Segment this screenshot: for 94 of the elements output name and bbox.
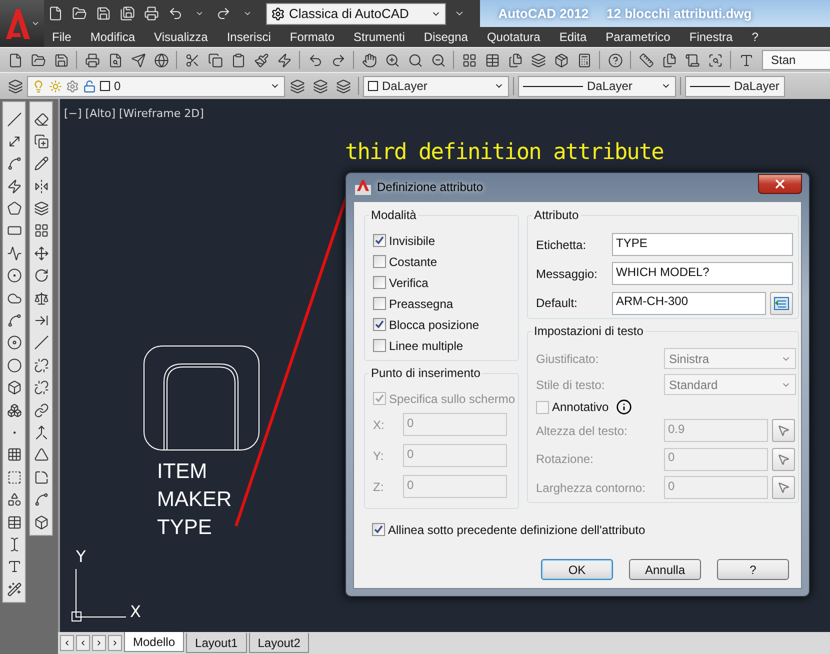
checkbox[interactable] bbox=[372, 523, 385, 536]
menu-item[interactable]: ? bbox=[752, 30, 758, 44]
text-field[interactable]: TYPE bbox=[612, 233, 793, 256]
logo-icon bbox=[4, 6, 30, 40]
logo-icon bbox=[355, 179, 371, 195]
menu-item[interactable]: Finestra bbox=[689, 30, 733, 44]
field-label: Altezza del testo: bbox=[536, 424, 628, 438]
color-dropdown[interactable]: DaLayer bbox=[363, 76, 509, 96]
checkbox-label: Costante bbox=[389, 254, 438, 268]
field-label: Default: bbox=[536, 296, 578, 310]
coordinate-label: X: bbox=[373, 418, 386, 432]
checkbox[interactable] bbox=[373, 297, 386, 310]
menu-item[interactable]: Parametrico bbox=[606, 30, 670, 44]
pick-point-button[interactable] bbox=[772, 448, 795, 471]
checkbox-label: Preassegna bbox=[389, 296, 454, 310]
annotation-text: third definition attribute bbox=[345, 140, 664, 165]
checkbox-label: Specifica sullo schermo bbox=[389, 392, 516, 406]
field-label: Giustificato: bbox=[536, 352, 600, 366]
menu-item[interactable]: Disegna bbox=[424, 30, 468, 44]
checkbox[interactable] bbox=[373, 234, 386, 247]
checkbox-label: Linee multiple bbox=[389, 338, 464, 352]
attribute-text: ITEM bbox=[157, 460, 208, 484]
lineweight-dropdown[interactable]: DaLayer bbox=[685, 76, 785, 96]
field-list-icon bbox=[774, 296, 789, 310]
menu-item[interactable]: Formato bbox=[290, 30, 335, 44]
sun-icon bbox=[49, 80, 62, 92]
layout-tab[interactable]: Layout1 bbox=[186, 633, 247, 653]
checkbox-label: Verifica bbox=[389, 276, 428, 290]
checkbox-label: Allinea sotto precedente definizione dell'attributo bbox=[388, 522, 646, 536]
coordinate-label: Y: bbox=[373, 448, 385, 462]
next-tab-button[interactable] bbox=[92, 635, 106, 651]
previous-tab-button[interactable] bbox=[76, 635, 90, 651]
info-icon bbox=[616, 399, 632, 415]
menu-item[interactable]: File bbox=[52, 30, 72, 44]
field-label: Stile di testo: bbox=[536, 378, 606, 392]
menu-item[interactable]: Edita bbox=[559, 30, 587, 44]
text-field[interactable]: ARM-CH-300 bbox=[612, 292, 766, 315]
group-title: Impostazioni di testo bbox=[532, 324, 646, 338]
unlocked-padlock-icon bbox=[83, 80, 96, 92]
checkbox-label: Annotativo bbox=[552, 400, 609, 414]
checkbox[interactable] bbox=[373, 255, 386, 268]
group-title: Attributo bbox=[532, 208, 581, 222]
layer-dropdown[interactable]: 0 bbox=[27, 76, 285, 96]
checkbox[interactable] bbox=[373, 339, 386, 352]
app-title: AutoCAD 2012 bbox=[498, 6, 589, 21]
caret-icon bbox=[31, 19, 40, 28]
color-swatch-icon bbox=[368, 81, 378, 91]
attribute-text: MAKER bbox=[157, 488, 232, 512]
pointer-icon bbox=[777, 481, 790, 494]
color-swatch-icon bbox=[100, 81, 110, 91]
attribute-text: TYPE bbox=[157, 516, 212, 540]
pick-point-button[interactable] bbox=[772, 419, 795, 442]
layout-tab[interactable]: Layout2 bbox=[248, 633, 310, 653]
gear-icon bbox=[66, 80, 79, 92]
viewport-label[interactable]: [−] [Alto] [Wireframe 2D] bbox=[64, 107, 204, 120]
field-label: Etichetta: bbox=[536, 238, 588, 252]
group-title: Modalità bbox=[369, 208, 418, 222]
group-title: Punto di inserimento bbox=[369, 366, 482, 380]
gear-icon bbox=[271, 6, 285, 20]
insert-field-button[interactable] bbox=[770, 292, 793, 315]
pick-point-button[interactable] bbox=[772, 476, 795, 500]
ucs-axes-icon bbox=[72, 568, 126, 622]
linetype-dropdown[interactable]: DaLayer bbox=[518, 76, 676, 96]
document-title: 12 blocchi attributi.dwg bbox=[606, 6, 752, 21]
menu-item[interactable]: Inserisci bbox=[226, 30, 271, 44]
dialog-title: Definizione attributo bbox=[377, 180, 484, 194]
text-style-field[interactable]: Stan bbox=[762, 50, 830, 70]
checkbox[interactable] bbox=[373, 276, 386, 289]
dialog-button[interactable]: ? bbox=[717, 559, 789, 580]
close-icon bbox=[773, 177, 787, 191]
menu-item[interactable]: Visualizza bbox=[154, 30, 208, 44]
pointer-icon bbox=[777, 424, 790, 438]
dialog-button[interactable]: Annulla bbox=[629, 559, 701, 580]
menu-item[interactable]: Quotatura bbox=[486, 30, 540, 44]
checkbox-label: Blocca posizione bbox=[389, 318, 480, 332]
coordinate-label: Z: bbox=[373, 480, 385, 494]
y-axis-label: Y bbox=[76, 547, 86, 566]
checkbox-label: Invisibile bbox=[389, 234, 436, 248]
checkbox[interactable] bbox=[373, 318, 386, 331]
text-field[interactable]: WHICH MODEL? bbox=[612, 262, 793, 286]
last-tab-button[interactable] bbox=[108, 635, 122, 651]
first-tab-button[interactable] bbox=[60, 635, 74, 651]
lightbulb-icon bbox=[32, 80, 45, 92]
menu-item[interactable]: Modifica bbox=[90, 30, 136, 44]
field-label: Larghezza contorno: bbox=[536, 480, 646, 495]
x-axis-label: X bbox=[130, 602, 141, 621]
dialog-button[interactable]: OK bbox=[541, 559, 613, 580]
close-button[interactable] bbox=[758, 174, 802, 194]
field-label: Rotazione: bbox=[536, 452, 594, 466]
workspace-dropdown[interactable]: Classica di AutoCAD bbox=[266, 2, 446, 24]
layout-tab[interactable]: Modello bbox=[124, 632, 184, 652]
field-label: Messaggio: bbox=[536, 266, 598, 281]
pointer-icon bbox=[777, 452, 790, 466]
menu-item[interactable]: Strumenti bbox=[354, 30, 405, 44]
